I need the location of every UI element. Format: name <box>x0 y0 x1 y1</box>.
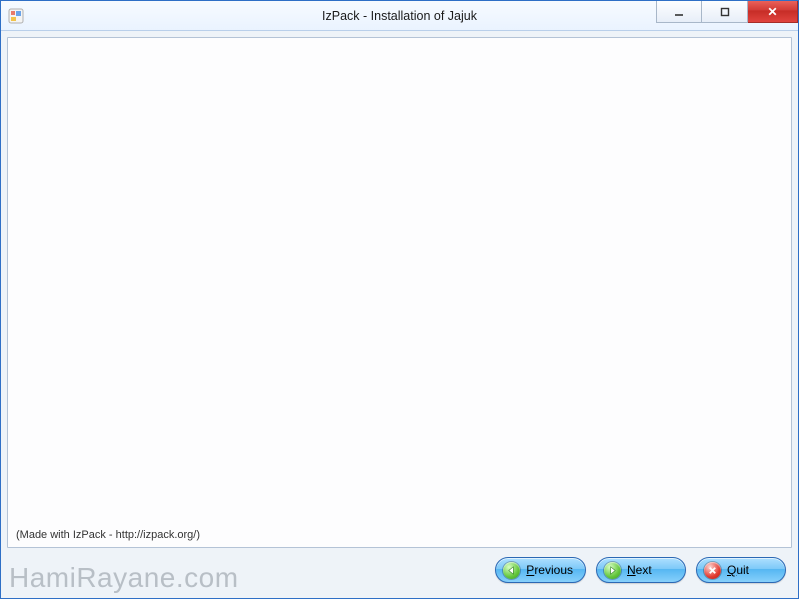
next-button[interactable]: Next <box>596 557 686 583</box>
next-label: Next <box>627 563 652 577</box>
installer-window: IzPack - Installation of Jajuk (Made wit… <box>0 0 799 599</box>
cancel-icon <box>704 562 721 579</box>
arrow-left-icon <box>503 562 520 579</box>
client-area: (Made with IzPack - http://izpack.org/) … <box>1 31 798 598</box>
quit-button[interactable]: Quit <box>696 557 786 583</box>
previous-button[interactable]: Previous <box>495 557 586 583</box>
minimize-button[interactable] <box>656 1 702 23</box>
close-button[interactable] <box>748 1 798 23</box>
maximize-button[interactable] <box>702 1 748 23</box>
window-controls <box>656 1 798 30</box>
content-panel: (Made with IzPack - http://izpack.org/) <box>7 37 792 548</box>
titlebar[interactable]: IzPack - Installation of Jajuk <box>1 1 798 31</box>
arrow-right-icon <box>604 562 621 579</box>
madewith-label: (Made with IzPack - http://izpack.org/) <box>16 529 200 541</box>
previous-label: Previous <box>526 563 573 577</box>
app-icon <box>8 8 24 24</box>
quit-label: Quit <box>727 563 749 577</box>
button-row: Previous Next Quit <box>7 548 792 592</box>
